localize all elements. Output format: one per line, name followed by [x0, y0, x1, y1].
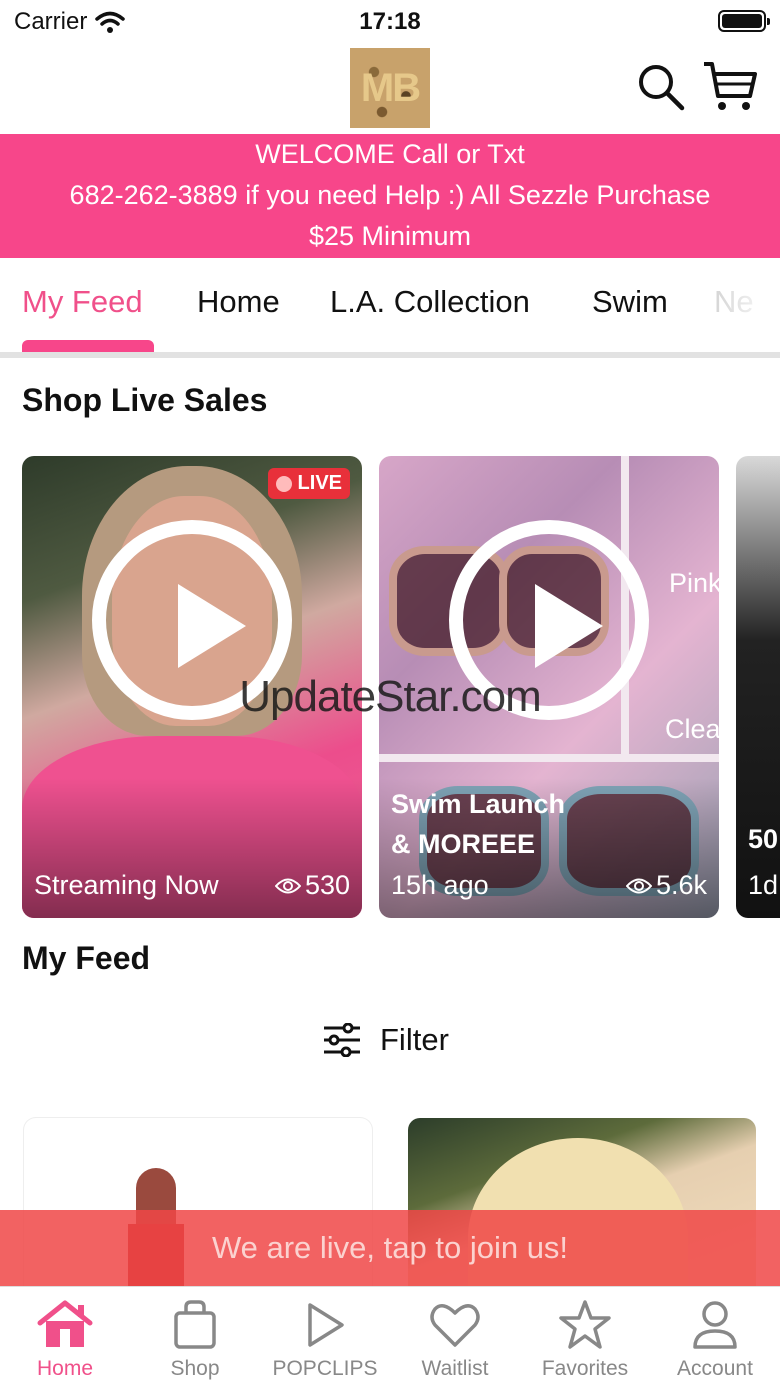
tab-home[interactable]: Home [197, 284, 280, 320]
active-tab-indicator [22, 340, 154, 352]
heart-icon [430, 1304, 480, 1347]
live-badge: LIVE [267, 468, 350, 499]
clock: 17:18 [359, 8, 421, 35]
shopping-bag-icon [174, 1300, 216, 1349]
banner-line-1: WELCOME Call or Txt [255, 139, 525, 169]
tabs-divider [0, 352, 780, 358]
eye-icon [625, 878, 652, 893]
welcome-banner[interactable]: WELCOME Call or Txt 682-262-3889 if you … [0, 134, 780, 258]
card-views: 530 [274, 870, 350, 901]
live-toast[interactable]: We are live, tap to join us! [0, 1210, 780, 1286]
thumbnail-divider [379, 754, 719, 762]
views-count: 5.6k [655, 870, 707, 900]
tab-bar-favorites-label: Favorites [541, 1357, 629, 1380]
live-badge-label: LIVE [297, 472, 342, 494]
tab-bar-waitlist[interactable]: Waitlist [390, 1287, 520, 1387]
tabs-fade [700, 258, 780, 348]
card-timestamp: 15h ago [391, 870, 489, 900]
star-icon [559, 1300, 611, 1349]
tab-bar-popclips-label: POPCLIPS [272, 1357, 378, 1380]
filter-icon [324, 1023, 360, 1057]
banner-line-3: $25 Minimum [308, 221, 472, 251]
card-title-line-1: Swim Launch [391, 789, 566, 819]
live-dot-icon [275, 475, 292, 492]
filter-button[interactable]: Filter [322, 1016, 449, 1064]
card-title-line-2: & MOREEE [391, 829, 536, 859]
app-header: MB [0, 44, 780, 134]
tab-swim[interactable]: Swim [592, 284, 668, 320]
tab-bar-shop-label: Shop [170, 1357, 220, 1380]
tab-la-collection[interactable]: L.A. Collection [330, 284, 530, 320]
category-tabs: My Feed Home L.A. Collection Swim Ne [0, 258, 780, 358]
tab-bar-popclips[interactable]: POPCLIPS [260, 1287, 390, 1387]
tab-bar-account-label: Account [677, 1357, 753, 1380]
search-icon [639, 65, 685, 111]
user-icon [693, 1301, 737, 1349]
search-button[interactable] [636, 62, 686, 112]
filter-label: Filter [380, 1022, 449, 1057]
live-sales-title: Shop Live Sales [22, 382, 268, 418]
tab-bar-favorites[interactable]: Favorites [520, 1287, 650, 1387]
overlay-text-pink: Pink [669, 568, 719, 598]
tab-bar-waitlist-label: Waitlist [421, 1357, 489, 1380]
battery-icon [718, 10, 770, 32]
logo-text: MB [360, 65, 421, 110]
card-title: 50 [748, 824, 779, 854]
cart-button[interactable] [702, 60, 758, 114]
card-status: Streaming Now [34, 870, 219, 900]
store-logo[interactable]: MB [350, 48, 430, 128]
status-bar: Carrier 17:18 [0, 0, 780, 44]
tab-my-feed[interactable]: My Feed [22, 284, 143, 320]
tab-bar-home[interactable]: Home [0, 1287, 130, 1387]
tab-bar-shop[interactable]: Shop [130, 1287, 260, 1387]
views-count: 530 [304, 870, 350, 900]
bottom-tab-bar: Home Shop POPCLIPS Waitlist Favorites Ac… [0, 1286, 780, 1387]
watermark: UpdateStar.com [239, 672, 542, 721]
my-feed-title: My Feed [22, 940, 151, 976]
card-timestamp: 1d [748, 870, 779, 900]
cart-icon [704, 62, 757, 110]
eye-icon [274, 878, 301, 893]
card-views: 5.6k [625, 870, 707, 901]
tab-bar-account[interactable]: Account [650, 1287, 780, 1387]
home-icon [37, 1300, 93, 1347]
banner-line-2: 682-262-3889 if you need Help :) All Sez… [69, 180, 711, 210]
tab-bar-home-label: Home [36, 1357, 94, 1380]
card-title: Swim Launch & MOREEE [391, 784, 565, 864]
play-outline-icon [308, 1303, 344, 1347]
